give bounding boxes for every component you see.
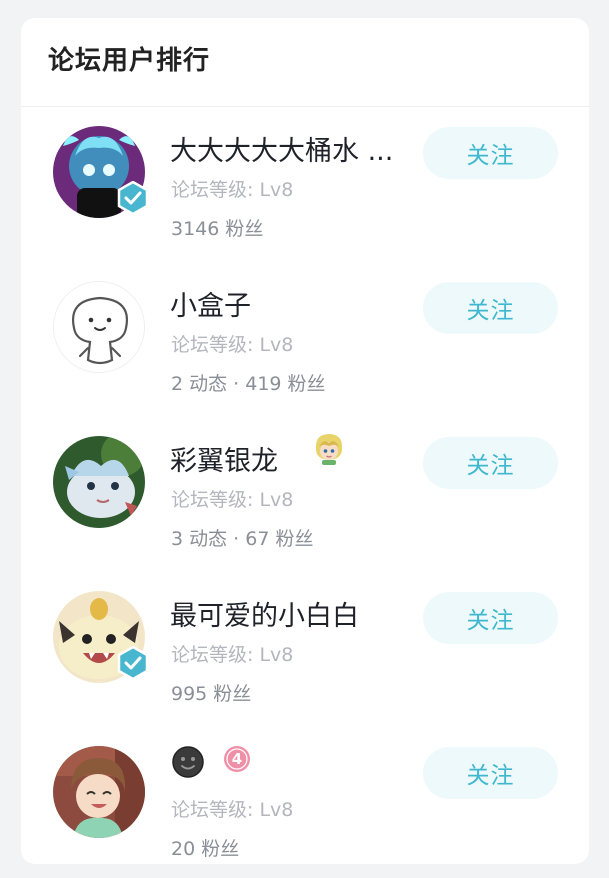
avatar[interactable] (53, 281, 145, 373)
user-name[interactable]: 彩翼银龙 (170, 439, 278, 478)
panel-title: 论坛用户排行 (48, 46, 211, 76)
follow-button[interactable]: 关注 (423, 747, 558, 799)
verified-badge-icon (117, 181, 149, 215)
level-badge-number: 4 (231, 750, 243, 768)
user-stats: 3146 粉丝 (171, 218, 264, 240)
follow-button[interactable]: 关注 (423, 282, 558, 334)
list-item: 小盒子 论坛等级: Lv8 2 动态 · 419 粉丝 关注 (21, 262, 589, 417)
verified-badge-icon (117, 646, 149, 680)
user-stats: 20 粉丝 (171, 838, 240, 860)
avatar-sticker-icon (315, 434, 343, 465)
level-badge: 4 (223, 745, 251, 773)
user-stats: 3 动态 · 67 粉丝 (171, 528, 314, 550)
user-name[interactable]: 小盒子 (170, 284, 251, 323)
user-name[interactable]: 大大大大大桶水 ... (170, 129, 393, 168)
list-item: 最可爱的小白白 论坛等级: Lv8 995 粉丝 关注 (21, 572, 589, 727)
forum-level: 论坛等级: Lv8 (171, 334, 294, 356)
forum-level: 论坛等级: Lv8 (171, 489, 294, 511)
user-list: 大大大大大桶水 ... 论坛等级: Lv8 3146 粉丝 关注 小盒子 论坛等… (21, 107, 589, 864)
list-item: 大大大大大桶水 ... 论坛等级: Lv8 3146 粉丝 关注 (21, 107, 589, 262)
list-item: 彩翼银龙 论坛等级: Lv8 3 动态 · 67 粉丝 关注 (21, 417, 589, 572)
user-name[interactable]: 最可爱的小白白 (170, 594, 359, 633)
avatar[interactable] (53, 436, 145, 528)
dark-face-emoji-icon (172, 746, 204, 778)
forum-level: 论坛等级: Lv8 (171, 179, 294, 201)
follow-button[interactable]: 关注 (423, 127, 558, 179)
follow-button[interactable]: 关注 (423, 592, 558, 644)
forum-level: 论坛等级: Lv8 (171, 799, 294, 821)
forum-user-ranking-panel: 论坛用户排行 大大大大大桶水 ... 论坛等级: Lv8 3146 粉丝 关注 … (21, 18, 589, 864)
list-item: 4 论坛等级: Lv8 20 粉丝 关注 (21, 727, 589, 864)
follow-button[interactable]: 关注 (423, 437, 558, 489)
user-stats: 2 动态 · 419 粉丝 (171, 373, 326, 395)
avatar[interactable] (53, 746, 145, 838)
user-stats: 995 粉丝 (171, 683, 252, 705)
forum-level: 论坛等级: Lv8 (171, 644, 294, 666)
